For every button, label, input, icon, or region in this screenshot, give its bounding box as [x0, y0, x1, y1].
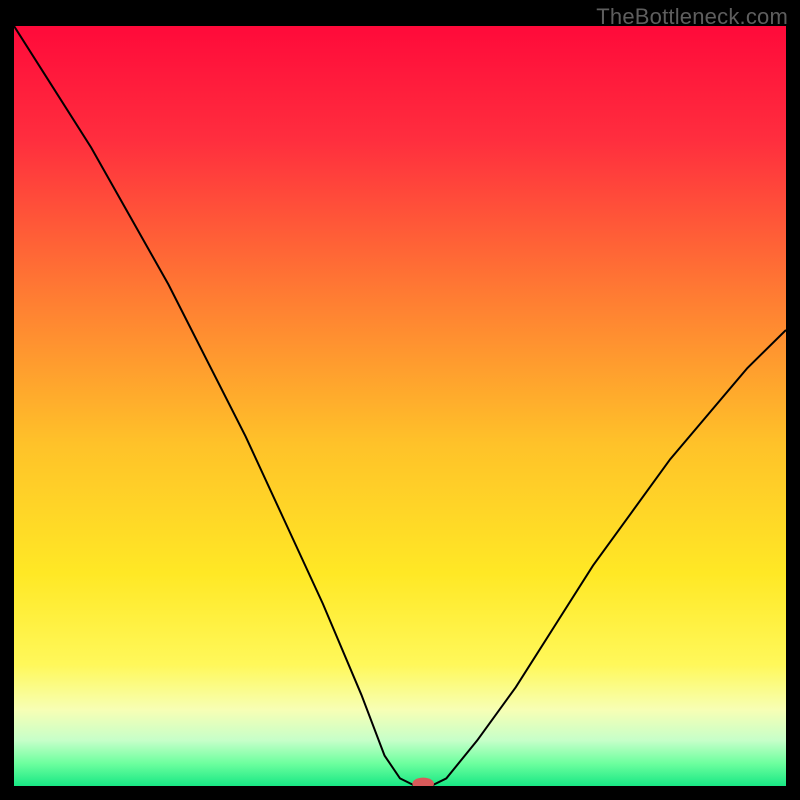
chart-svg [14, 26, 786, 786]
watermark-text: TheBottleneck.com [596, 4, 788, 30]
chart-background [14, 26, 786, 786]
chart-frame: TheBottleneck.com [0, 0, 800, 800]
bottleneck-chart [14, 26, 786, 786]
